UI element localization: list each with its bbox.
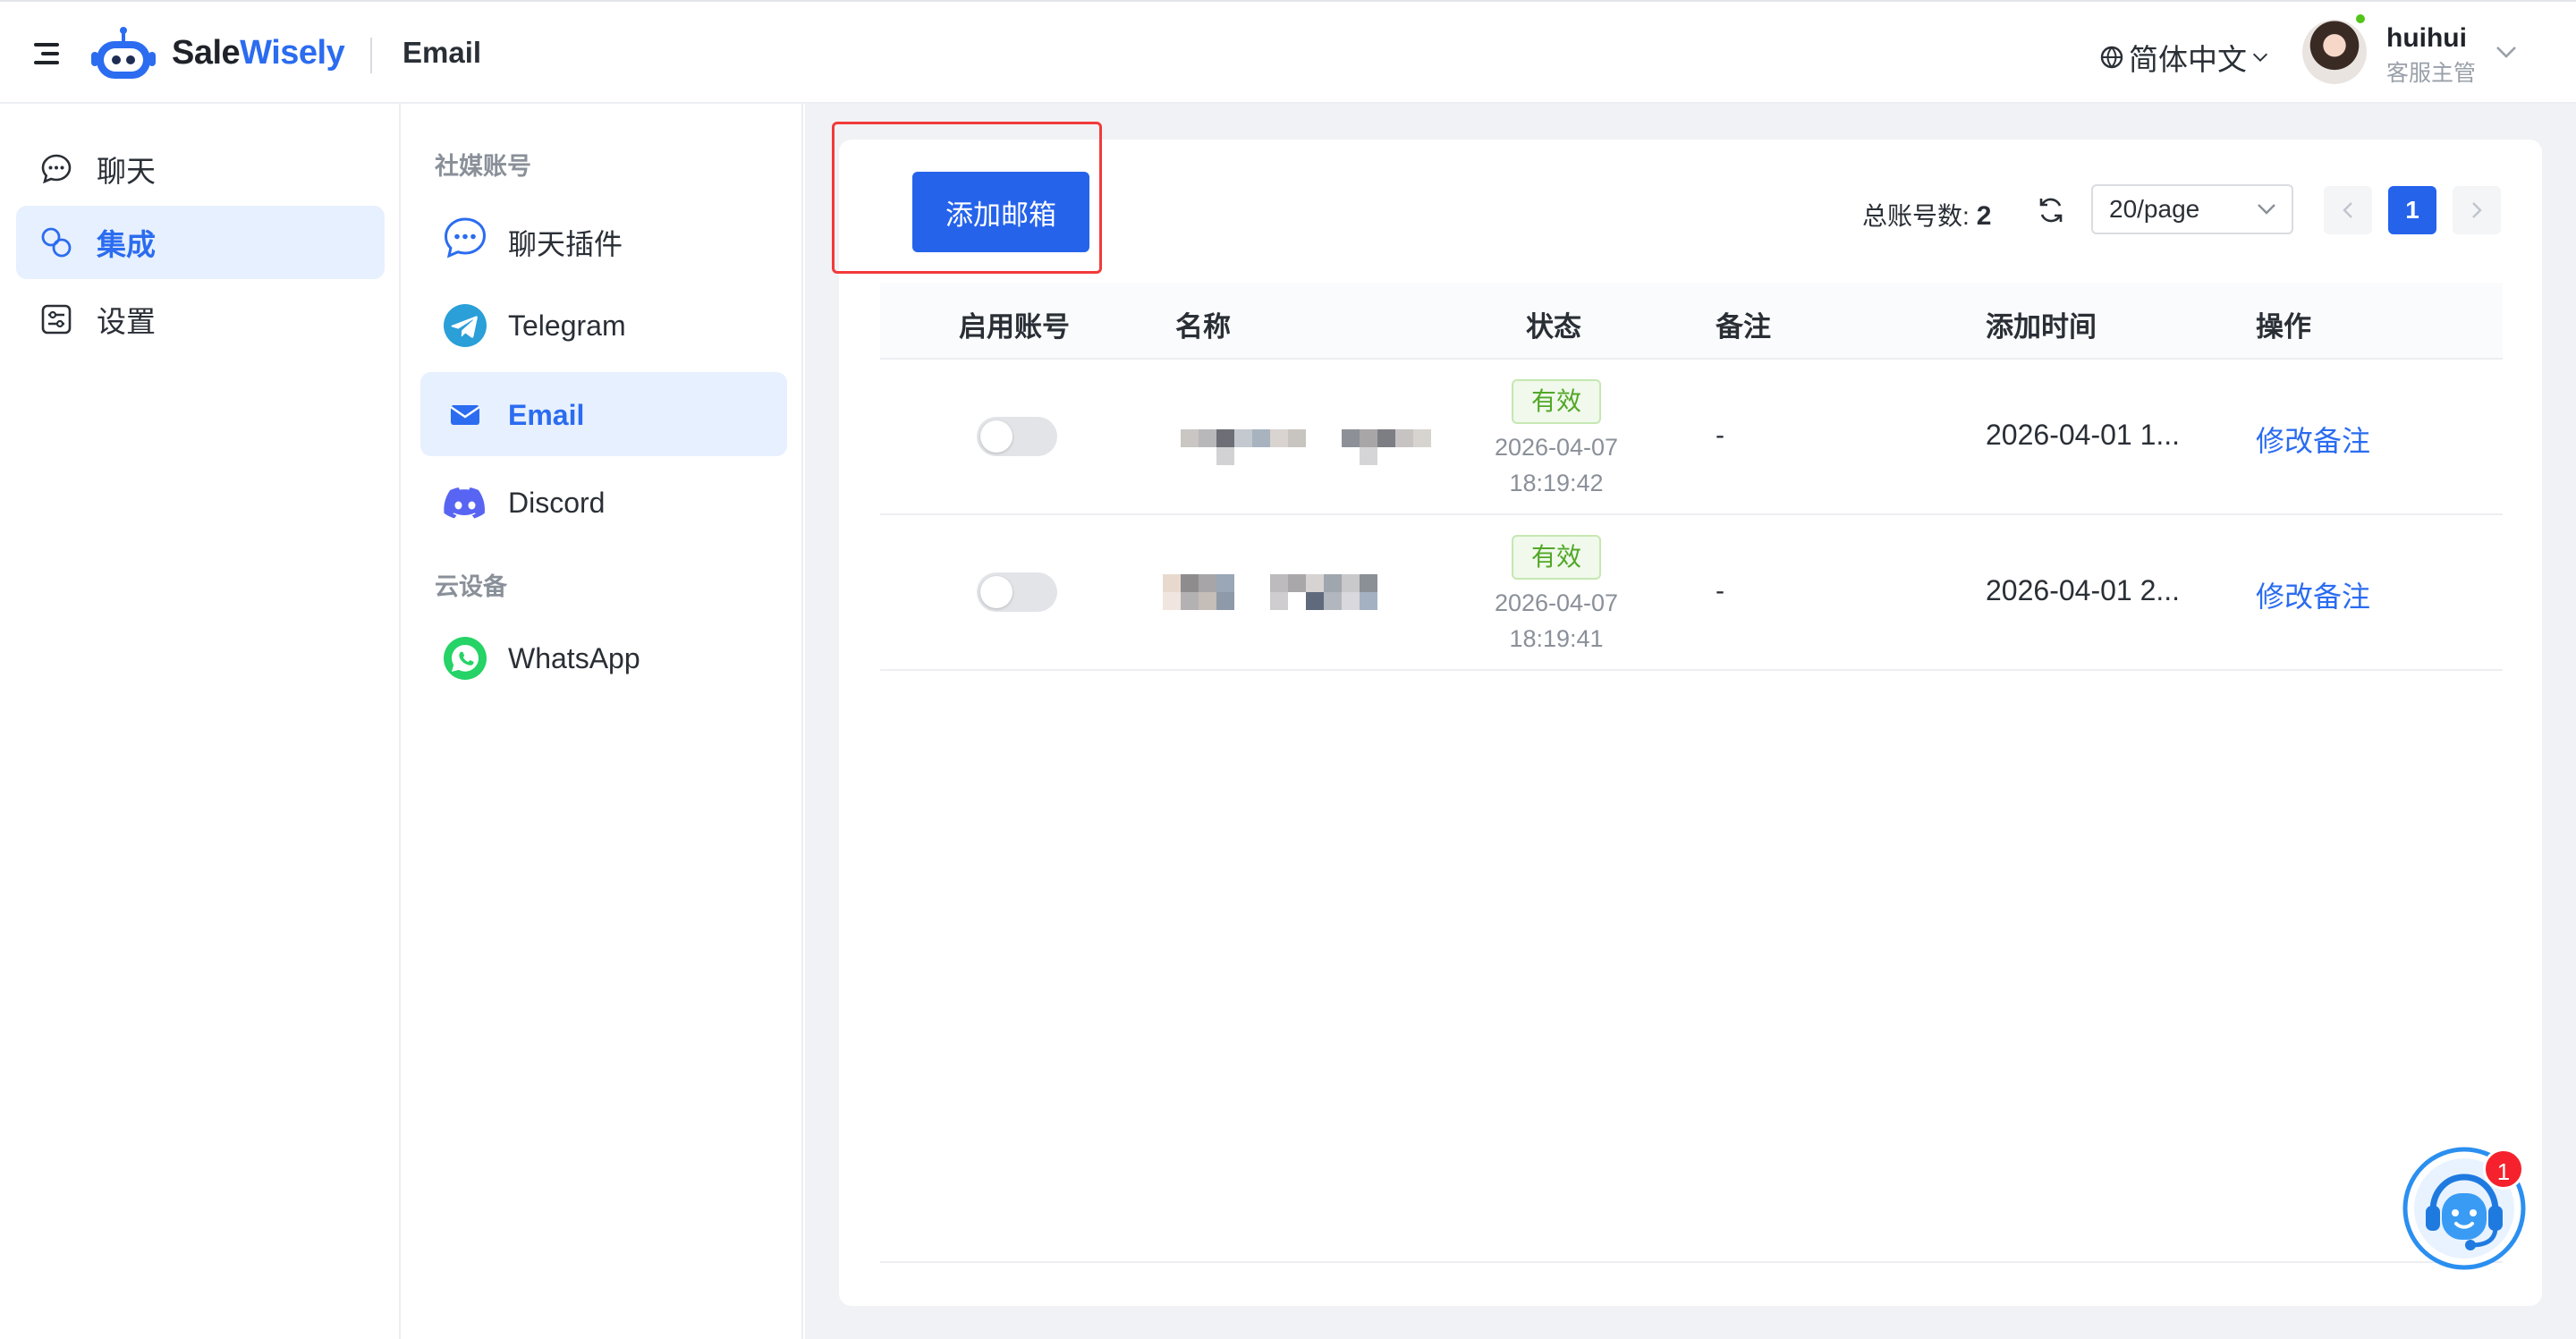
status-badge: 有效 [1512, 535, 1601, 580]
account-name-blurred [1181, 429, 1435, 469]
chevron-right-icon [2472, 202, 2482, 218]
added-time-cell: 2026-04-01 1... [1986, 419, 2181, 451]
sidebar-item-label: 聊天 [97, 155, 156, 188]
language-selector[interactable]: 简体中文 [2098, 36, 2270, 79]
sidebar-item-email[interactable]: Email [420, 372, 787, 456]
sidebar-item-chat-plugin[interactable]: 聊天插件 [420, 195, 787, 279]
group-title-cloud: 云设备 [435, 573, 507, 600]
integration-icon [41, 227, 72, 258]
email-icon [450, 405, 480, 425]
telegram-icon [444, 304, 487, 347]
integration-sidebar: 社媒账号 聊天插件 Telegram Email Discord 云设备 Wha… [402, 104, 803, 1339]
table-footer-divider [880, 1261, 2503, 1263]
pagination-prev-button[interactable] [2324, 186, 2372, 234]
table-header: 启用账号 名称 状态 备注 添加时间 操作 [880, 283, 2503, 360]
column-header-enabled: 启用账号 [959, 311, 1070, 343]
column-header-status: 状态 [1526, 311, 1581, 343]
total-accounts: 总账号数: 2 [1862, 197, 1991, 233]
user-avatar[interactable] [2302, 20, 2367, 84]
sidebar-item-settings[interactable]: 设置 [16, 283, 385, 356]
sidebar-item-chat[interactable]: 聊天 [16, 132, 385, 206]
menu-toggle-icon[interactable] [34, 41, 63, 66]
language-label: 简体中文 [2129, 43, 2247, 76]
salewisely-logo [91, 27, 156, 79]
sidebar-item-label: 集成 [97, 228, 156, 261]
sub-item-label: 聊天插件 [508, 228, 623, 260]
sidebar-item-integration[interactable]: 集成 [16, 206, 385, 279]
discord-icon [444, 487, 485, 519]
status-badge: 有效 [1512, 379, 1601, 424]
page-title: Email [402, 36, 482, 69]
enable-account-toggle[interactable] [977, 572, 1057, 612]
language-icon [2100, 46, 2123, 69]
whatsapp-icon [444, 637, 487, 680]
sidebar-item-label: 设置 [97, 305, 156, 338]
chevron-down-icon [2258, 204, 2275, 215]
status-time: 18:19:41 [1509, 625, 1604, 652]
pagination-next-button[interactable] [2453, 186, 2501, 234]
table-row: 有效 2026-04-07 18:19:41 - 2026-04-01 2...… [880, 515, 2503, 671]
account-name-blurred [1163, 574, 1417, 614]
column-header-added-time: 添加时间 [1986, 311, 2097, 343]
user-role: 客服主管 [2386, 61, 2477, 86]
column-header-name: 名称 [1175, 311, 1231, 343]
enable-account-toggle[interactable] [977, 417, 1057, 456]
status-time: 18:19:42 [1509, 470, 1604, 496]
sub-item-label: Email [508, 399, 585, 431]
remark-cell: - [1716, 576, 1724, 606]
primary-sidebar: 聊天 集成 设置 [0, 104, 401, 1339]
chevron-left-icon [2343, 202, 2352, 218]
refresh-icon[interactable] [2036, 195, 2066, 225]
status-date: 2026-04-07 [1494, 589, 1619, 616]
sub-item-label: Telegram [508, 309, 626, 342]
notification-badge: 1 [2483, 1148, 2524, 1190]
table-row: 有效 2026-04-07 18:19:42 - 2026-04-01 1...… [880, 360, 2503, 515]
column-header-action: 操作 [2256, 311, 2311, 343]
sidebar-item-telegram[interactable]: Telegram [420, 283, 787, 367]
add-mailbox-button[interactable]: 添加邮箱 [912, 172, 1089, 252]
added-time-cell: 2026-04-01 2... [1986, 574, 2181, 606]
group-title-social: 社媒账号 [435, 153, 531, 180]
total-accounts-label: 总账号数: [1862, 202, 1970, 230]
sub-item-label: WhatsApp [508, 642, 640, 674]
pagination-page-current[interactable]: 1 [2388, 186, 2436, 234]
column-header-remark: 备注 [1716, 311, 1771, 343]
edit-remark-link[interactable]: 修改备注 [2256, 574, 2370, 615]
remark-cell: - [1716, 420, 1724, 450]
user-name[interactable]: huihui [2386, 23, 2467, 54]
status-date: 2026-04-07 [1494, 434, 1619, 461]
header-divider [370, 38, 372, 73]
page-size-value: 20/page [2109, 195, 2200, 223]
chat-plugin-icon [444, 217, 487, 258]
page-size-select[interactable]: 20/page [2091, 184, 2293, 234]
edit-remark-link[interactable]: 修改备注 [2256, 419, 2370, 460]
top-header: SaleWisely Email 简体中文 huihui 客服主管 [0, 0, 2576, 104]
main-content: 添加邮箱 总账号数: 2 20/page 1 启用账号 名称 状态 备注 添加时间… [805, 104, 2576, 1339]
sub-item-label: Discord [508, 487, 606, 519]
total-accounts-value: 2 [1976, 201, 1992, 231]
accounts-table: 启用账号 名称 状态 备注 添加时间 操作 有效 2026-04-07 18:1… [880, 283, 2503, 671]
brand-name: SaleWisely [172, 34, 345, 72]
chat-bubble-icon [41, 154, 72, 184]
sidebar-item-whatsapp[interactable]: WhatsApp [420, 615, 787, 699]
sidebar-item-discord[interactable]: Discord [420, 460, 787, 544]
settings-icon [41, 304, 72, 335]
user-menu-chevron-icon[interactable] [2494, 43, 2519, 61]
online-status-dot [2354, 13, 2367, 25]
chevron-down-icon [2252, 53, 2268, 63]
email-accounts-card: 添加邮箱 总账号数: 2 20/page 1 启用账号 名称 状态 备注 添加时间… [832, 122, 2542, 1306]
